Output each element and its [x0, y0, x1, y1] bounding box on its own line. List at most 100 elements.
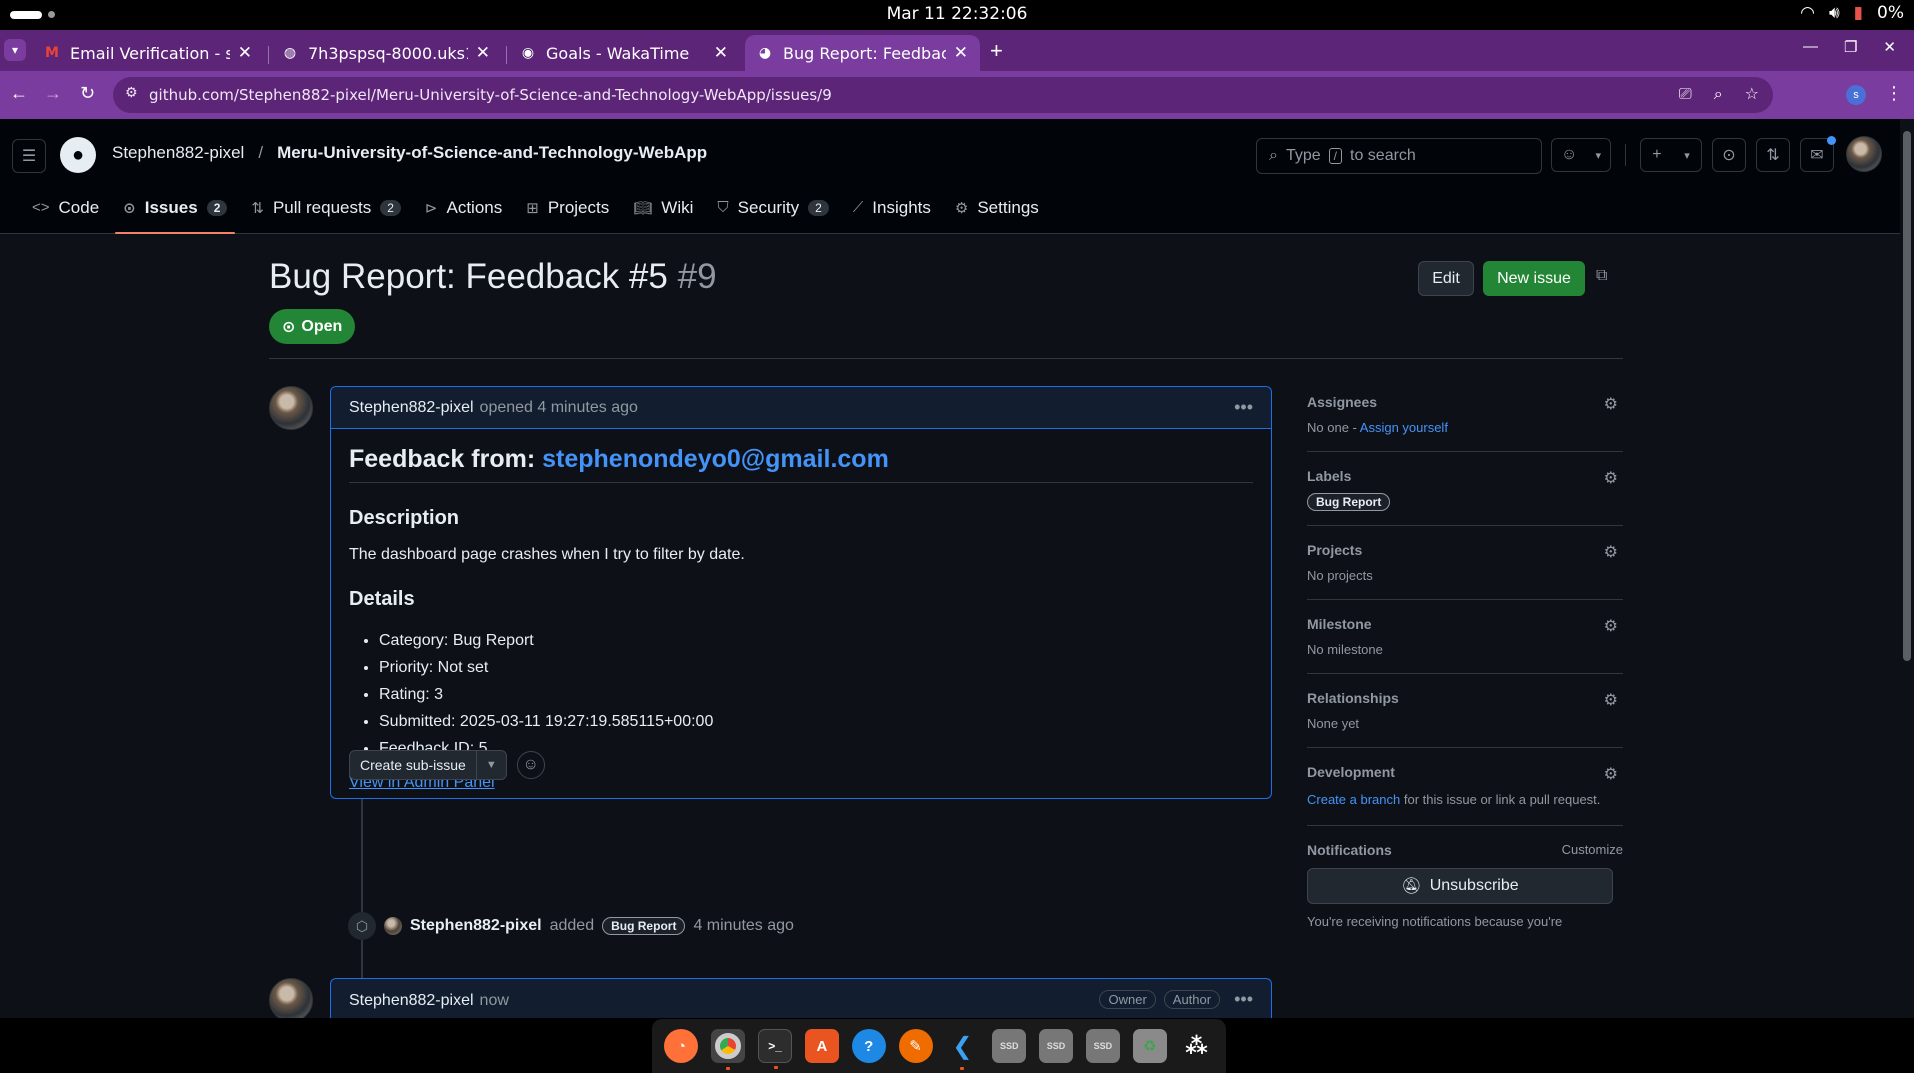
tab-settings[interactable]: ⚙ Settings: [943, 181, 1051, 234]
page-scrollbar[interactable]: [1900, 119, 1914, 1019]
user-avatar[interactable]: [1846, 136, 1882, 172]
create-branch-link[interactable]: Create a branch: [1307, 792, 1400, 807]
gear-icon[interactable]: ⚙: [1604, 764, 1618, 784]
browser-tab[interactable]: ◍ 7h3pspsq-8000.uks1.de ✕: [270, 35, 502, 71]
tab-insights[interactable]: ⟋ Insights: [841, 181, 943, 234]
tab-wiki[interactable]: 📖︎ Wiki: [621, 181, 705, 234]
url-text: github.com/Stephen882-pixel/Meru-Univers…: [149, 86, 832, 104]
unsubscribe-button[interactable]: 🔕︎ Unsubscribe: [1307, 868, 1613, 904]
close-icon[interactable]: ✕: [476, 43, 490, 63]
tab-actions[interactable]: ⊳ Actions: [413, 181, 514, 234]
system-clock[interactable]: Mar 11 22:32:06: [0, 4, 1914, 24]
github-logo[interactable]: ●: [60, 137, 96, 173]
system-tray[interactable]: ◠ 🔊︎ ▮ 0%: [1800, 3, 1904, 23]
close-icon[interactable]: ✕: [714, 43, 728, 63]
close-window-icon[interactable]: ✕: [1883, 38, 1896, 56]
postman-icon[interactable]: ✎: [898, 1029, 933, 1063]
comment-author-link[interactable]: Stephen882-pixel: [349, 992, 474, 1010]
address-bar[interactable]: ⚙ github.com/Stephen882-pixel/Meru-Unive…: [113, 77, 1773, 113]
author-avatar[interactable]: [269, 978, 313, 1018]
scrollbar-thumb[interactable]: [1903, 131, 1911, 661]
chrome-icon[interactable]: [711, 1029, 746, 1070]
new-issue-button[interactable]: New issue: [1483, 261, 1585, 296]
restore-icon[interactable]: ❐: [1844, 38, 1857, 56]
add-reaction-icon[interactable]: ☺: [516, 751, 545, 779]
create-subissue-label[interactable]: Create sub-issue: [350, 751, 477, 779]
label-badge[interactable]: Bug Report: [1307, 493, 1391, 511]
show-apps-icon[interactable]: ⁂: [1180, 1029, 1214, 1063]
author-avatar[interactable]: [269, 386, 313, 430]
trash-icon[interactable]: ♻: [1132, 1029, 1167, 1063]
gear-icon[interactable]: ⚙: [1604, 690, 1618, 710]
gear-icon[interactable]: ⚙: [1604, 394, 1618, 414]
create-subissue-button[interactable]: Create sub-issue ▼: [349, 750, 507, 780]
copilot-button[interactable]: ☺ ▾: [1551, 138, 1611, 172]
copy-icon[interactable]: ⧉: [1596, 267, 1607, 285]
repo-name-link[interactable]: Meru-University-of-Science-and-Technolog…: [277, 143, 707, 163]
repo-owner-link[interactable]: Stephen882-pixel: [112, 143, 244, 163]
browser-menu-icon[interactable]: ⋮: [1885, 83, 1903, 104]
notification-dot: [1827, 136, 1836, 145]
close-icon[interactable]: ✕: [954, 43, 968, 63]
close-icon[interactable]: ✕: [238, 43, 252, 63]
zoom-icon[interactable]: ⌕: [1714, 84, 1723, 104]
help-icon[interactable]: ?: [851, 1029, 886, 1063]
menu-button[interactable]: ☰: [12, 139, 46, 173]
email-link[interactable]: stephenondeyo0@gmail.com: [542, 445, 889, 473]
browser-tab[interactable]: ◉ Goals - WakaTime ✕: [508, 35, 740, 71]
tab-label: Settings: [977, 197, 1039, 217]
relationships-section: Relationships ⚙ None yet: [1307, 674, 1623, 748]
star-icon[interactable]: ☆: [1745, 84, 1759, 104]
reload-icon[interactable]: ↻: [80, 83, 95, 104]
tab-code[interactable]: <> Code: [20, 181, 111, 234]
window-controls: — ❐ ✕: [1803, 38, 1896, 56]
firefox-icon[interactable]: ◔: [664, 1029, 699, 1063]
tab-search-button[interactable]: ▾: [4, 39, 26, 61]
chevron-down-icon[interactable]: ▼: [477, 759, 506, 771]
tab-pull-requests[interactable]: ⇅ Pull requests 2: [239, 181, 413, 234]
tab-label: Wiki: [661, 197, 694, 217]
tab-security[interactable]: ⛉ Security 2: [705, 181, 840, 234]
pull-requests-button[interactable]: ⇅: [1756, 138, 1790, 172]
vscode-icon[interactable]: ❮: [945, 1029, 979, 1070]
event-actor-link[interactable]: Stephen882-pixel: [410, 917, 542, 935]
actor-avatar[interactable]: [384, 917, 402, 935]
customize-link[interactable]: Customize: [1562, 842, 1623, 857]
drive-icon[interactable]: SSD: [1039, 1029, 1074, 1063]
minimize-icon[interactable]: —: [1803, 38, 1818, 56]
forward-icon[interactable]: →: [44, 83, 62, 104]
gear-icon[interactable]: ⚙: [1604, 468, 1618, 488]
profile-avatar[interactable]: s: [1846, 85, 1866, 105]
label-badge[interactable]: Bug Report: [602, 917, 686, 935]
relationships-value: None yet: [1307, 716, 1360, 731]
drive-icon[interactable]: SSD: [1085, 1029, 1120, 1063]
back-icon[interactable]: ←: [10, 83, 28, 104]
breadcrumb: Stephen882-pixel / Meru-University-of-Sc…: [112, 143, 707, 163]
install-app-icon[interactable]: ⎚: [1679, 84, 1692, 104]
drive-icon[interactable]: SSD: [992, 1029, 1027, 1063]
create-new-button[interactable]: + ▾: [1640, 138, 1702, 172]
header-divider: [1625, 144, 1626, 166]
site-info-icon[interactable]: ⚙: [125, 85, 138, 101]
edit-button[interactable]: Edit: [1418, 261, 1474, 296]
browser-tab-active[interactable]: ◕ Bug Report: Feedback # ✕: [745, 35, 980, 71]
issues-button[interactable]: ⊙: [1712, 138, 1746, 172]
issue-title-text: Bug Report: Feedback #5: [269, 257, 668, 296]
search-input[interactable]: ⌕ Type / to search: [1256, 138, 1542, 174]
kebab-menu-icon[interactable]: •••: [1234, 397, 1253, 418]
gear-icon[interactable]: ⚙: [1604, 542, 1618, 562]
inbox-button[interactable]: ✉: [1800, 136, 1836, 172]
gear-icon[interactable]: ⚙: [1604, 616, 1618, 636]
tab-projects[interactable]: ⊞ Projects: [514, 181, 621, 234]
tab-issues[interactable]: ⊙ Issues 2: [111, 181, 239, 234]
assign-yourself-link[interactable]: Assign yourself: [1360, 420, 1448, 435]
kebab-menu-icon[interactable]: •••: [1234, 989, 1253, 1010]
app-center-icon[interactable]: A: [804, 1029, 839, 1063]
new-tab-button[interactable]: +: [990, 38, 1003, 64]
browser-tab[interactable]: M Email Verification - step ✕: [32, 35, 264, 71]
comment-timestamp[interactable]: now: [480, 992, 509, 1010]
terminal-icon[interactable]: >_: [758, 1029, 793, 1069]
event-timestamp[interactable]: 4 minutes ago: [693, 917, 794, 935]
comment-author-link[interactable]: Stephen882-pixel: [349, 399, 474, 417]
comment-timestamp[interactable]: opened 4 minutes ago: [480, 399, 638, 417]
